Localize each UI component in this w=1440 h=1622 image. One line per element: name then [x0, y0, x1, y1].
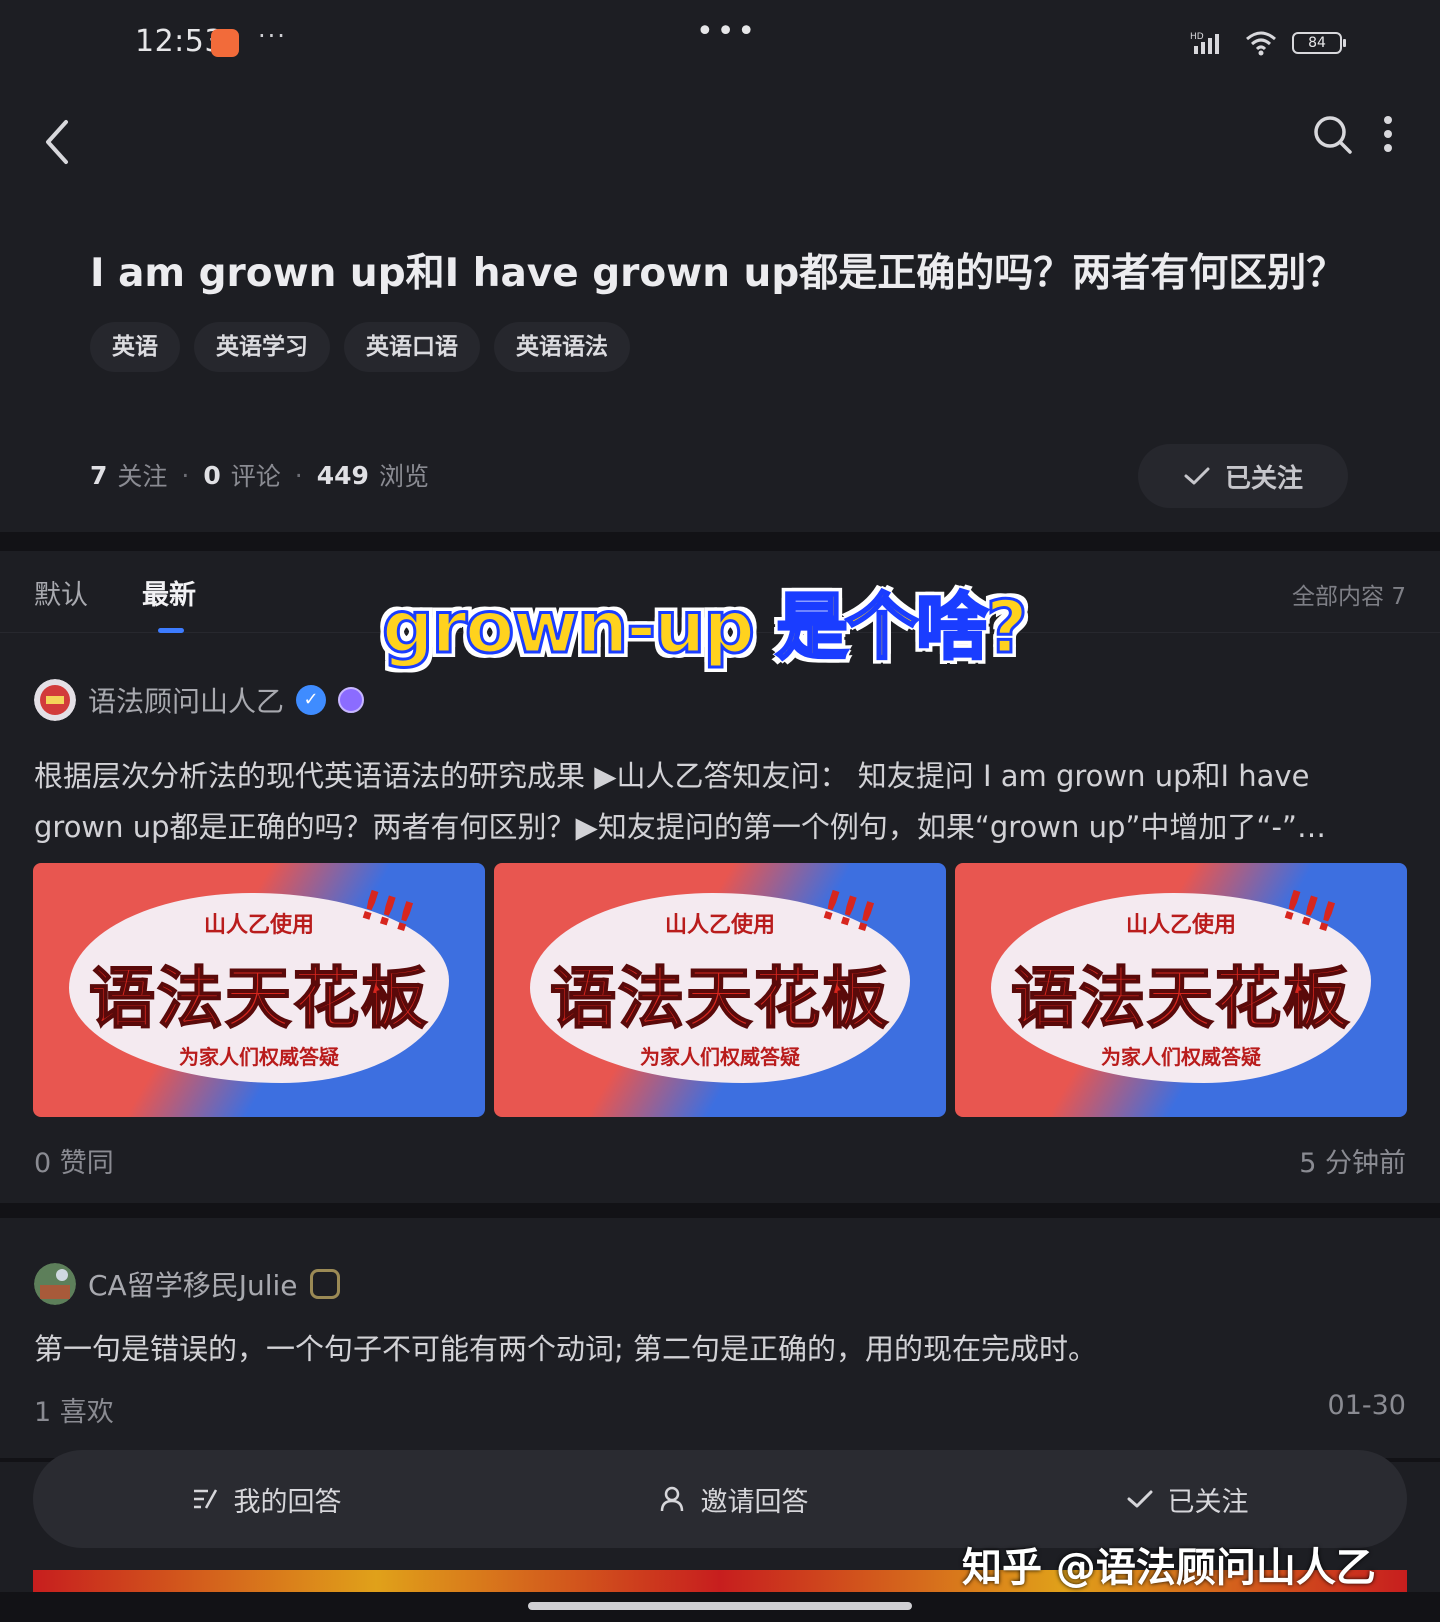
answer-images: 山人乙使用 语法天花板 为家人们权威答疑 !!! 山人乙使用 语法天花板 为家人… [33, 863, 1407, 1117]
search-icon[interactable] [1310, 112, 1354, 156]
answer-image[interactable]: 山人乙使用 语法天花板 为家人们权威答疑 !!! [494, 863, 946, 1117]
views-label: 浏览 [378, 462, 429, 491]
comments-label[interactable]: 评论 [231, 457, 281, 493]
checkmark-icon [1184, 467, 1210, 485]
follow-button-label: 已关注 [1224, 463, 1303, 494]
write-answer-icon [193, 1489, 217, 1509]
multitask-handle-icon[interactable]: ••• [696, 14, 758, 49]
status-indicators: HD 84 [1190, 30, 1346, 56]
battery-indicator: 84 [1292, 32, 1346, 54]
person-icon [660, 1486, 683, 1512]
followers-label: 关注 [117, 462, 168, 491]
like-count[interactable]: 1 喜欢 [34, 1390, 114, 1429]
image-main-text: 语法天花板 [549, 959, 890, 1038]
image-main-text: 语法天花板 [88, 959, 429, 1038]
follow-question-button[interactable]: 已关注 [1138, 444, 1348, 508]
author-name[interactable]: CA留学移民Julie [88, 1264, 298, 1304]
video-caption-overlay: grown-up 是个啥? [381, 584, 1030, 671]
member-badge-icon [309, 1269, 340, 1299]
answer-date: 01-30 [1327, 1390, 1406, 1421]
answer-excerpt[interactable]: 第一句是错误的，一个句子不可能有两个动词; 第二句是正确的，用的现在完成时。 [34, 1326, 1097, 1368]
status-bar: 12:53 ··· ••• HD 84 [0, 0, 1440, 92]
verified-badge-icon: ✓ [296, 685, 327, 715]
separator: · [294, 460, 303, 490]
invite-answer-label: 邀请回答 [700, 1486, 809, 1518]
app-notification-icon [211, 29, 239, 57]
topic-tag[interactable]: 英语学习 [194, 322, 330, 372]
followed-label: 已关注 [1167, 1486, 1249, 1518]
answer-card[interactable]: CA留学移民Julie 第一句是错误的，一个句子不可能有两个动词; 第二句是正确… [0, 1218, 1440, 1458]
followers-count: 7 [90, 460, 108, 490]
question-header: I am grown up和I have grown up都是正确的吗？两者有何… [0, 92, 1440, 532]
avatar[interactable] [34, 1263, 76, 1305]
answer-image[interactable]: 山人乙使用 语法天花板 为家人们权威答疑 !!! [33, 863, 485, 1117]
author-name[interactable]: 语法顾问山人乙 [88, 680, 284, 720]
comments-count: 0 [203, 460, 221, 490]
topic-tag[interactable]: 英语语法 [494, 322, 630, 372]
views-count: 449 [316, 460, 369, 490]
invite-answer-button[interactable]: 邀请回答 [659, 1480, 809, 1519]
back-arrow-icon[interactable] [38, 114, 78, 170]
answer-card[interactable]: 语法顾问山人乙 ✓ 根据层次分析法的现代英语语法的研究成果 ▶山人乙答知友问： … [0, 633, 1440, 1203]
cellular-signal-icon: HD [1190, 32, 1219, 54]
checkmark-icon [1127, 1490, 1152, 1508]
answer-footer: 1 喜欢 01-30 [34, 1390, 1406, 1429]
separator: · [181, 460, 190, 490]
image-top-text: 山人乙使用 [203, 913, 314, 938]
my-answer-button[interactable]: 我的回答 [192, 1480, 342, 1519]
all-content-count[interactable]: 全部内容 7 [1292, 577, 1406, 611]
watermark: 知乎 @语法顾问山人乙 [962, 1545, 1376, 1591]
tab-latest[interactable]: 最新 [142, 573, 196, 612]
topic-tag[interactable]: 英语 [90, 322, 180, 372]
topic-tags: 英语 英语学习 英语口语 英语语法 [90, 322, 630, 372]
network-type-label: HD [1190, 32, 1204, 42]
home-indicator[interactable] [528, 1602, 912, 1610]
upvote-count[interactable]: 0 赞同 [34, 1141, 114, 1180]
answer-time: 5 分钟前 [1299, 1148, 1406, 1179]
image-bottom-text: 为家人们权威答疑 [1101, 1045, 1261, 1069]
image-bottom-text: 为家人们权威答疑 [179, 1045, 339, 1069]
topic-tag[interactable]: 英语口语 [344, 322, 480, 372]
question-title: I am grown up和I have grown up都是正确的吗？两者有何… [90, 251, 1346, 296]
bottom-action-bar: 我的回答 邀请回答 已关注 [33, 1450, 1407, 1548]
answer-author[interactable]: CA留学移民Julie [34, 1263, 340, 1305]
image-main-text: 语法天花板 [1010, 959, 1351, 1038]
followed-button[interactable]: 已关注 [1126, 1480, 1249, 1519]
tab-default[interactable]: 默认 [34, 573, 88, 612]
more-options-icon[interactable] [1378, 112, 1398, 156]
status-more-icon: ··· [258, 22, 287, 50]
my-answer-label: 我的回答 [233, 1486, 342, 1518]
image-top-text: 山人乙使用 [1125, 913, 1236, 938]
answer-image[interactable]: 山人乙使用 语法天花板 为家人们权威答疑 !!! [955, 863, 1407, 1117]
answer-footer: 0 赞同 5 分钟前 [34, 1141, 1406, 1180]
creator-badge-icon [338, 687, 365, 713]
wifi-icon [1246, 31, 1276, 56]
image-top-text: 山人乙使用 [664, 913, 775, 938]
image-bottom-text: 为家人们权威答疑 [640, 1045, 800, 1069]
answer-author[interactable]: 语法顾问山人乙 ✓ [34, 679, 365, 721]
avatar[interactable] [34, 679, 76, 721]
answer-excerpt[interactable]: 根据层次分析法的现代英语语法的研究成果 ▶山人乙答知友问： 知友提问 I am … [34, 751, 1404, 853]
question-stats: 7 关注 · 0 评论 · 449 浏览 [90, 457, 429, 493]
